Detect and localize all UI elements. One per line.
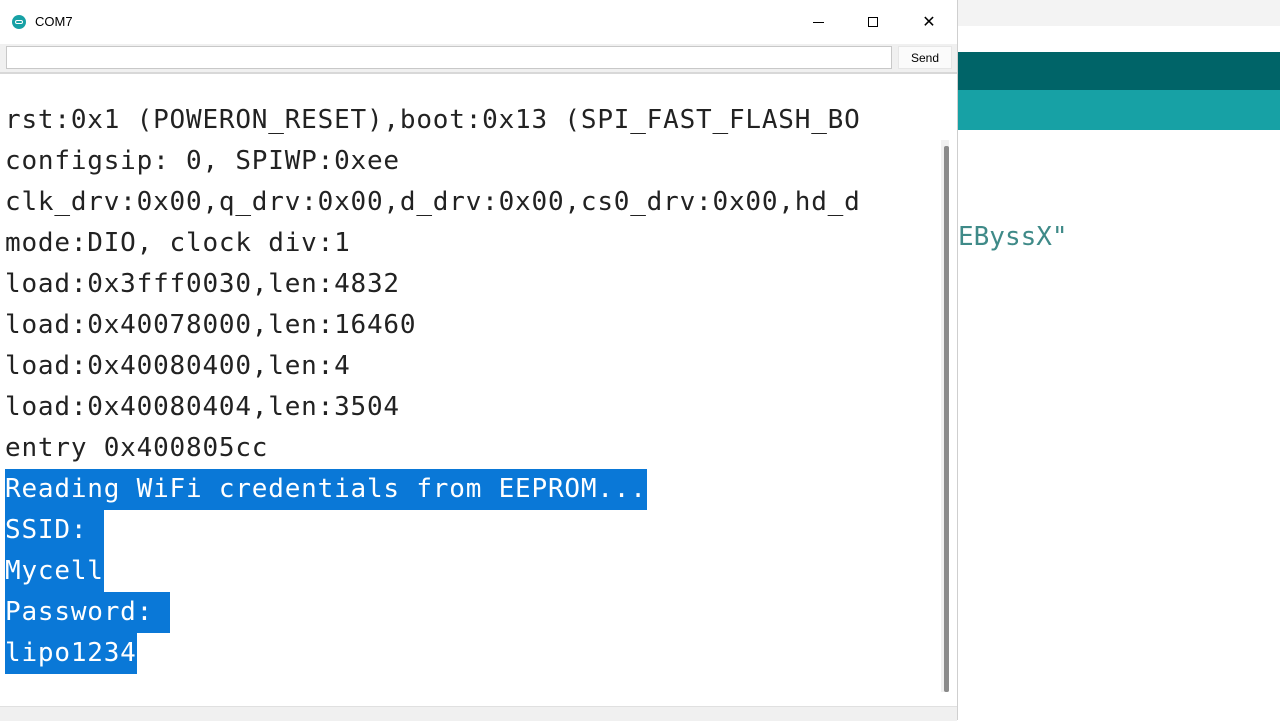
serial-line: lipo1234 [5,633,137,674]
ide-tabbar [958,90,1280,130]
bottom-status-strip [0,706,957,721]
serial-line: SSID: [5,510,104,551]
serial-line: mode:DIO, clock div:1 [5,228,351,258]
minimize-button[interactable] [790,0,846,44]
serial-line: Mycell [5,551,104,592]
minimize-icon [812,21,824,23]
maximize-button[interactable] [845,0,901,44]
serial-output-area[interactable]: rst:0x1 (POWERON_RESET),boot:0x13 (SPI_F… [0,74,940,706]
send-row: Send [0,44,957,72]
serial-line: load:0x40080404,len:3504 [5,392,400,422]
send-button[interactable]: Send [898,46,952,69]
serial-line: load:0x40080400,len:4 [5,351,351,381]
window-titlebar[interactable]: COM7 ✕ [0,0,957,44]
ide-code-fragment: EByssX" [958,222,1068,252]
serial-line: Reading WiFi credentials from EEPROM... [5,469,647,510]
serial-line: Password: [5,592,170,633]
serial-line: clk_drv:0x00,q_drv:0x00,d_drv:0x00,cs0_d… [5,187,861,217]
arduino-icon [12,15,26,29]
serial-monitor-window: COM7 ✕ Send rst:0x1 (POWERON_RESET),boot… [0,0,958,721]
window-title: COM7 [35,14,73,29]
serial-send-input[interactable] [6,46,892,69]
ide-toolbar [958,52,1280,90]
vertical-scrollbar-thumb[interactable] [944,146,949,692]
ide-menubar [958,26,1280,52]
ide-titlebar [958,0,1280,26]
close-icon: ✕ [922,14,936,31]
serial-line: load:0x3fff0030,len:4832 [5,269,400,299]
serial-line: entry 0x400805cc [5,433,269,463]
close-button[interactable]: ✕ [901,0,957,44]
serial-line: load:0x40078000,len:16460 [5,310,417,340]
serial-line: rst:0x1 (POWERON_RESET),boot:0x13 (SPI_F… [5,105,861,135]
maximize-icon [868,17,878,27]
serial-line: configsip: 0, SPIWP:0xee [5,146,400,176]
